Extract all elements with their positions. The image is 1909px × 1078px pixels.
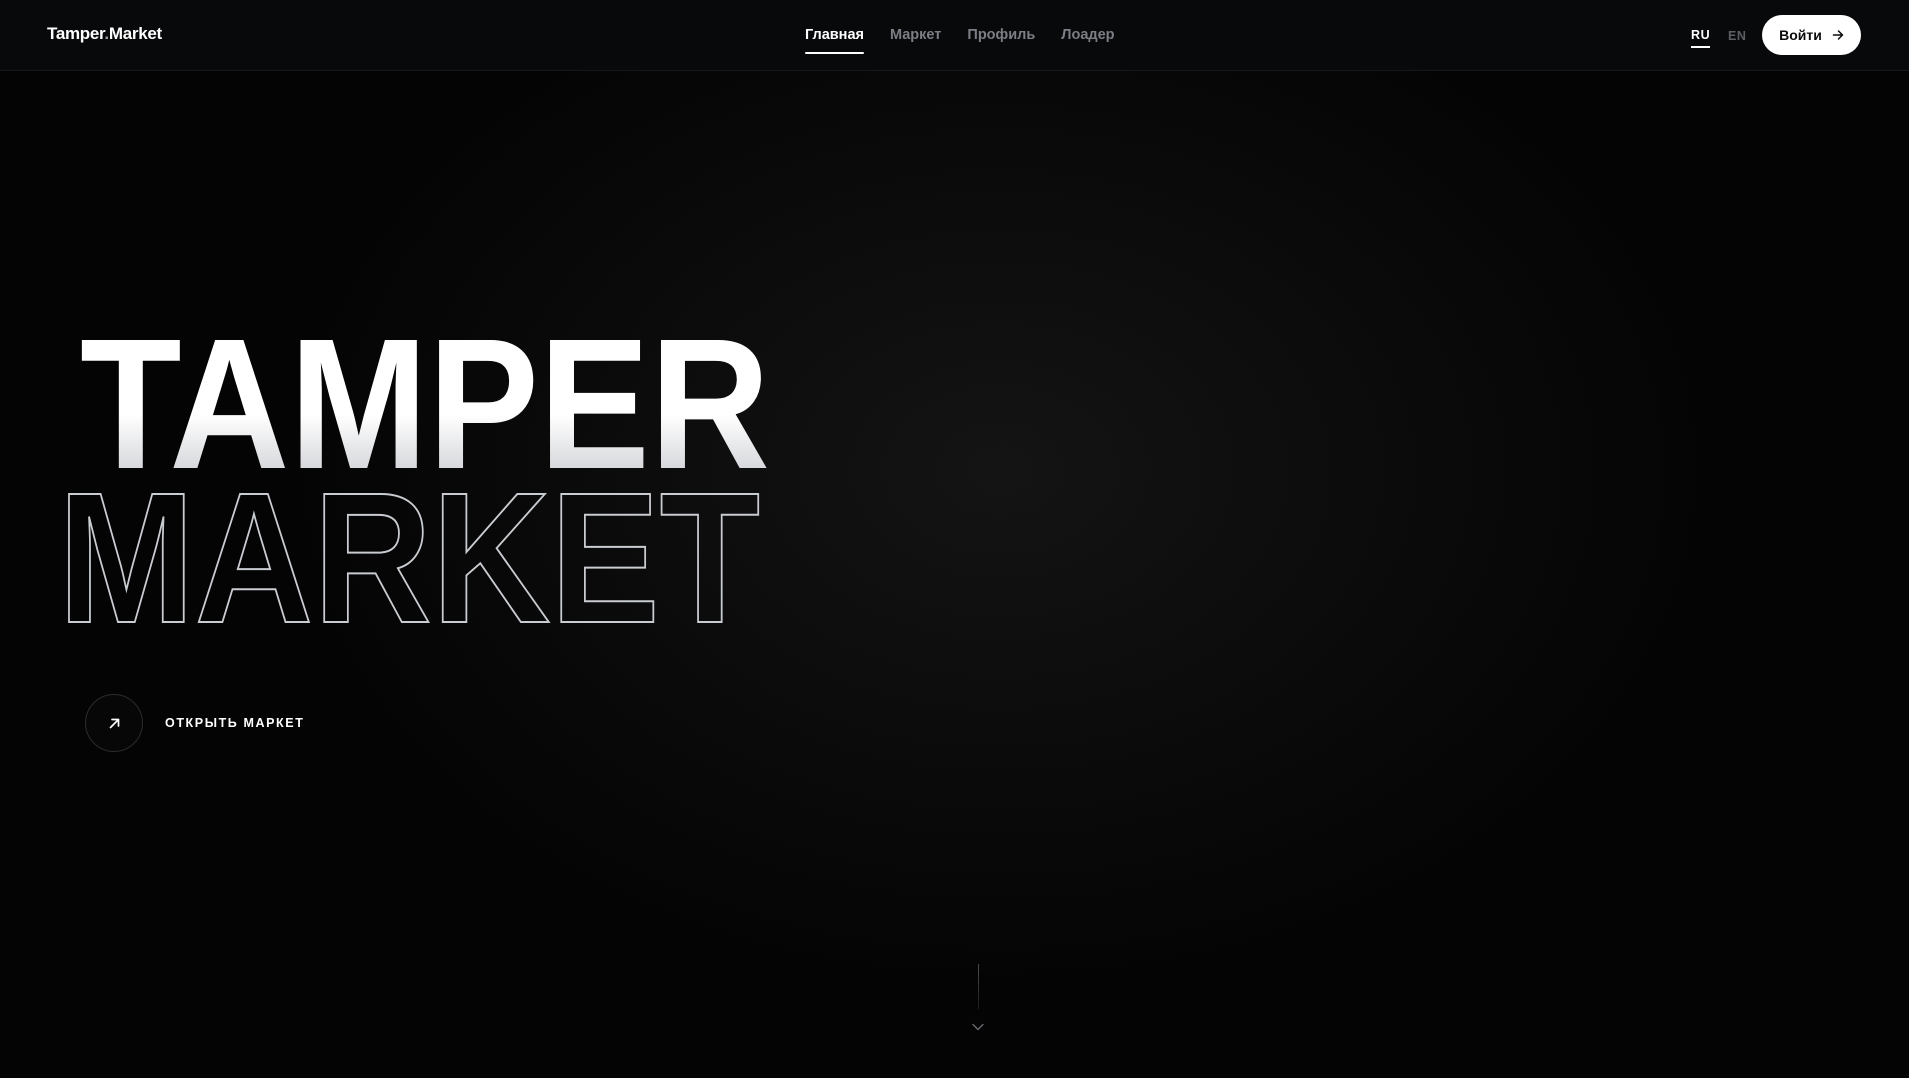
nav-item-market[interactable]: Маркет	[890, 17, 941, 53]
lang-en-label: EN	[1728, 28, 1747, 43]
arrow-up-right-icon	[109, 718, 119, 728]
lang-en-button[interactable]: EN	[1728, 0, 1747, 71]
cta-circle	[85, 694, 143, 752]
hero-title-line2: MARKET	[58, 455, 760, 650]
lang-ru-button[interactable]: RU	[1691, 0, 1711, 71]
cta-label: ОТКРЫТЬ МАРКЕТ	[165, 716, 305, 730]
arrow-right-icon	[1832, 30, 1844, 40]
lang-ru-label: RU	[1691, 22, 1711, 48]
top-header: Tamper.Market Главная Маркет Профиль Лоа…	[0, 0, 1909, 71]
login-label: Войти	[1779, 27, 1822, 43]
logo-part1: Tamper	[47, 24, 105, 43]
main-nav: Главная Маркет Профиль Лоадер	[805, 0, 1115, 71]
site-logo[interactable]: Tamper.Market	[47, 24, 162, 44]
nav-item-home[interactable]: Главная	[805, 17, 864, 54]
page: Tamper.Market Главная Маркет Профиль Лоа…	[0, 0, 1909, 1078]
chevron-down-icon[interactable]	[971, 1022, 985, 1032]
logo-part2: Market	[108, 24, 162, 43]
nav-item-loader[interactable]: Лоадер	[1061, 17, 1114, 53]
login-button[interactable]: Войти	[1762, 15, 1861, 55]
hero-title: TAMPER MARKET	[57, 301, 770, 650]
scroll-indicator-line	[978, 964, 979, 1009]
open-market-button[interactable]: ОТКРЫТЬ МАРКЕТ	[85, 694, 304, 752]
nav-item-profile[interactable]: Профиль	[967, 17, 1035, 53]
